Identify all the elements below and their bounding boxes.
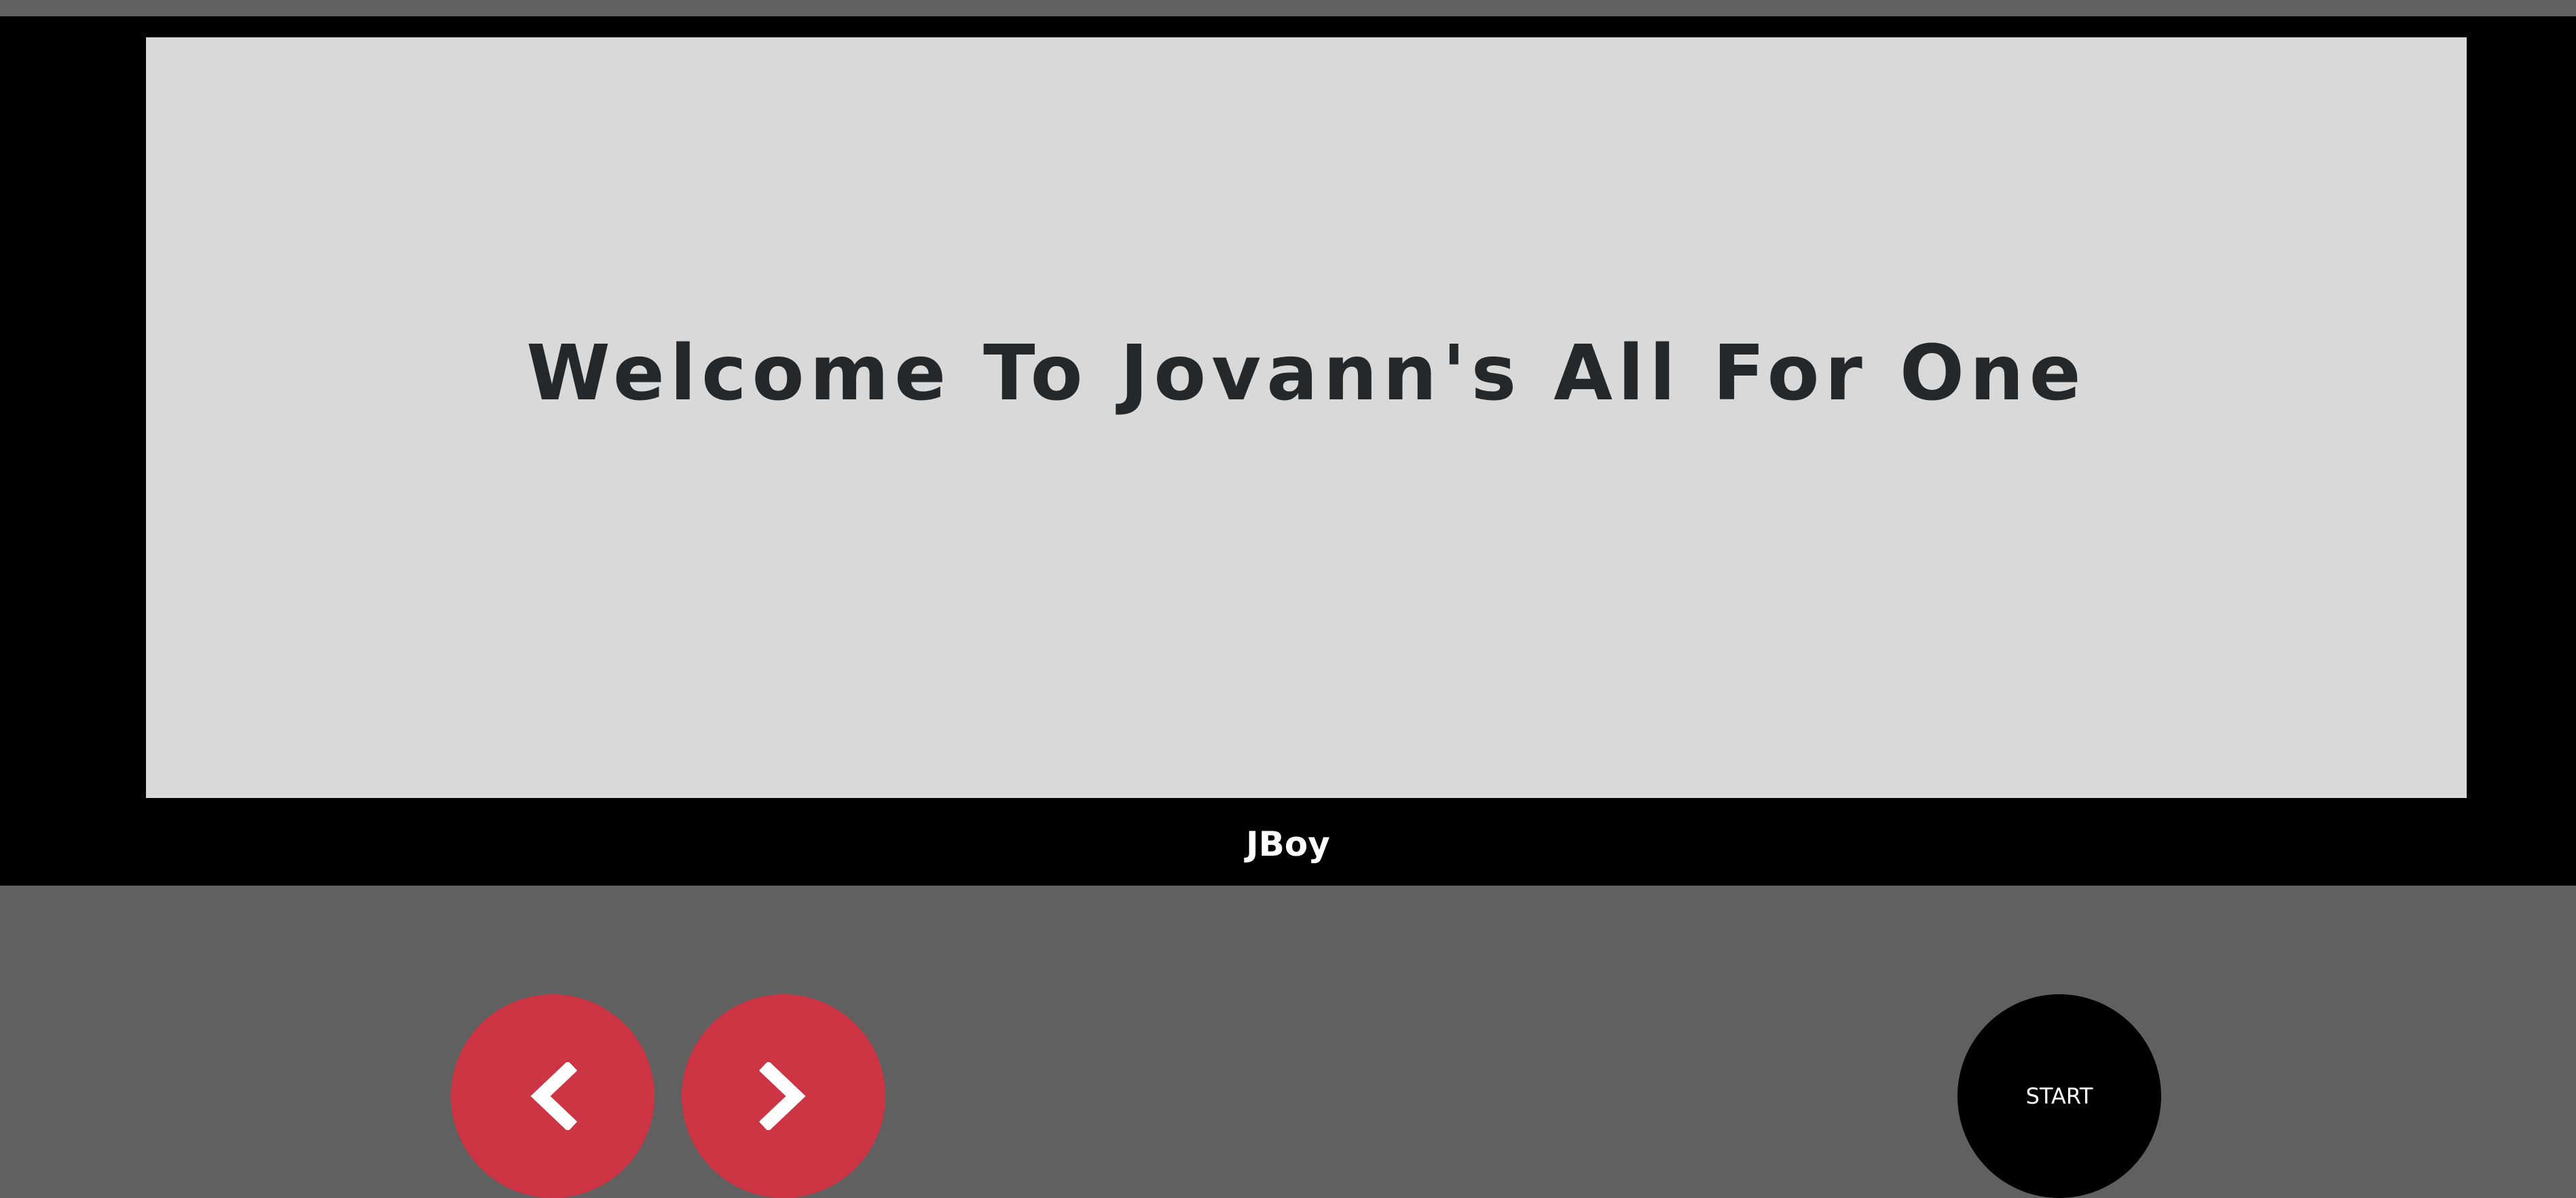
- next-button[interactable]: [682, 994, 885, 1198]
- chevron-right-icon: [758, 1062, 806, 1130]
- start-button-label: START: [2025, 1083, 2093, 1109]
- game-screen: Welcome To Jovann's All For One: [146, 37, 2467, 798]
- prev-button[interactable]: [451, 994, 655, 1198]
- welcome-title: Welcome To Jovann's All For One: [526, 329, 2086, 418]
- top-strip: [0, 0, 2576, 16]
- device-bezel: Welcome To Jovann's All For One JBoy: [0, 16, 2576, 886]
- chevron-left-icon: [530, 1062, 578, 1130]
- device-brand: JBoy: [1246, 824, 1330, 864]
- start-button[interactable]: START: [1957, 994, 2161, 1198]
- control-panel: START: [0, 886, 2576, 1198]
